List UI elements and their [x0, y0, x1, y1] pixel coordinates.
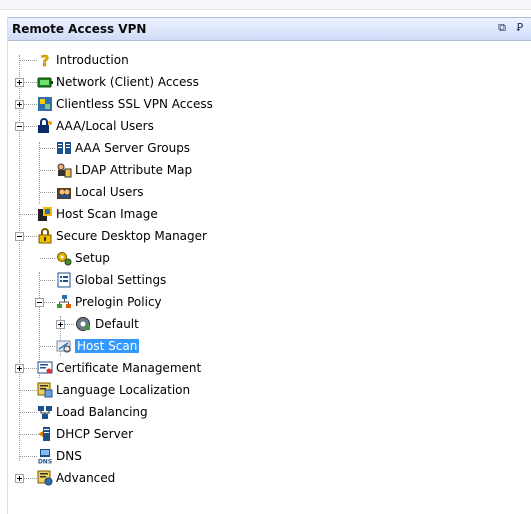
tree-item-secure-desktop-manager[interactable]: Secure Desktop Manager	[8, 226, 308, 246]
tree-item-label: Global Settings	[75, 273, 167, 287]
expand-icon[interactable]	[15, 100, 24, 109]
default-policy-icon	[75, 316, 91, 332]
language-icon	[37, 382, 53, 398]
secure-desktop-icon	[37, 228, 53, 244]
tree-item-network-client-access[interactable]: Network (Client) Access	[8, 72, 308, 92]
tree-item-introduction[interactable]: ? Introduction	[8, 50, 308, 70]
tree-item-label: Host Scan	[75, 339, 140, 353]
tree-item-advanced[interactable]: Advanced	[8, 468, 308, 488]
clientless-vpn-icon	[37, 96, 53, 112]
host-scan-icon	[56, 338, 72, 354]
host-scan-image-icon	[37, 206, 53, 222]
load-balancing-icon	[37, 404, 53, 420]
policy-tree-icon	[56, 294, 72, 310]
tree-item-aaa-server-groups[interactable]: AAA Server Groups	[8, 138, 308, 158]
tree-item-dns[interactable]: DNS DNS	[8, 446, 308, 466]
settings-list-icon	[56, 272, 72, 288]
tree-item-label: Network (Client) Access	[56, 75, 199, 89]
tree-item-aaa-local-users[interactable]: AAA/Local Users	[8, 116, 308, 136]
tree-item-prelogin-policy[interactable]: Prelogin Policy	[8, 292, 308, 312]
tree-item-clientless-ssl-vpn-access[interactable]: Clientless SSL VPN Access	[8, 94, 308, 114]
tree-item-setup[interactable]: Setup	[8, 248, 308, 268]
tree-item-dhcp-server[interactable]: DHCP Server	[8, 424, 308, 444]
navigation-tree: ? Introduction Network (Client) Access C…	[8, 47, 531, 507]
tree-item-label: Local Users	[75, 185, 144, 199]
tree-item-label: Language Localization	[56, 383, 191, 397]
svg-text:?: ?	[41, 52, 50, 68]
setup-gears-icon	[56, 250, 72, 266]
server-groups-icon	[56, 140, 72, 156]
expand-icon[interactable]	[56, 320, 65, 329]
tree-item-load-balancing[interactable]: Load Balancing	[8, 402, 308, 422]
local-users-icon	[56, 184, 72, 200]
tree-item-label: AAA/Local Users	[56, 119, 154, 133]
expand-icon[interactable]	[15, 474, 24, 483]
panel-titlebar: Remote Access VPN ⧉ Ꝑ	[8, 17, 531, 41]
collapse-icon[interactable]	[35, 298, 44, 307]
collapse-icon[interactable]	[15, 122, 24, 131]
tree-item-global-settings[interactable]: Global Settings	[8, 270, 308, 290]
tree-item-label: Introduction	[56, 53, 129, 67]
tree-item-label: Prelogin Policy	[75, 295, 162, 309]
tree-item-label: Load Balancing	[56, 405, 148, 419]
tree-item-label: Certificate Management	[56, 361, 202, 375]
collapse-icon[interactable]	[15, 232, 24, 241]
tree-item-ldap-attribute-map[interactable]: LDAP Attribute Map	[8, 160, 308, 180]
tree-item-label: Advanced	[56, 471, 116, 485]
tree-item-host-scan[interactable]: Host Scan	[8, 336, 308, 356]
tree-item-language-localization[interactable]: Language Localization	[8, 380, 308, 400]
network-client-icon	[37, 74, 53, 90]
expand-icon[interactable]	[15, 78, 24, 87]
svg-text:DNS: DNS	[38, 459, 52, 465]
restore-window-icon[interactable]: ⧉	[495, 21, 509, 35]
certificate-icon	[37, 360, 53, 376]
tree-item-certificate-management[interactable]: Certificate Management	[8, 358, 308, 378]
expand-icon[interactable]	[15, 364, 24, 373]
tree-item-label: Default	[95, 317, 139, 331]
tree-item-label: Secure Desktop Manager	[56, 229, 207, 243]
tree-item-label: DNS	[56, 449, 82, 463]
top-strip	[0, 0, 531, 10]
remote-access-vpn-panel: Remote Access VPN ⧉ Ꝑ ? Introduction Net…	[7, 17, 531, 514]
panel-title: Remote Access VPN	[12, 22, 147, 36]
dhcp-server-icon	[37, 426, 53, 442]
tree-item-label: Setup	[75, 251, 110, 265]
tree-item-label: DHCP Server	[56, 427, 134, 441]
tree-item-label: Clientless SSL VPN Access	[56, 97, 213, 111]
dns-icon: DNS	[37, 448, 53, 466]
tree-item-host-scan-image[interactable]: Host Scan Image	[8, 204, 308, 224]
pin-window-icon[interactable]: Ꝑ	[513, 21, 527, 35]
advanced-icon	[37, 470, 53, 486]
tree-item-label: Host Scan Image	[56, 207, 158, 221]
tree-item-local-users[interactable]: Local Users	[8, 182, 308, 202]
tree-item-default[interactable]: Default	[8, 314, 308, 334]
ldap-map-icon	[56, 162, 72, 178]
tree-item-label: LDAP Attribute Map	[75, 163, 193, 177]
users-lock-icon	[37, 118, 53, 134]
tree-item-label: AAA Server Groups	[75, 141, 191, 155]
question-icon: ?	[37, 52, 53, 70]
